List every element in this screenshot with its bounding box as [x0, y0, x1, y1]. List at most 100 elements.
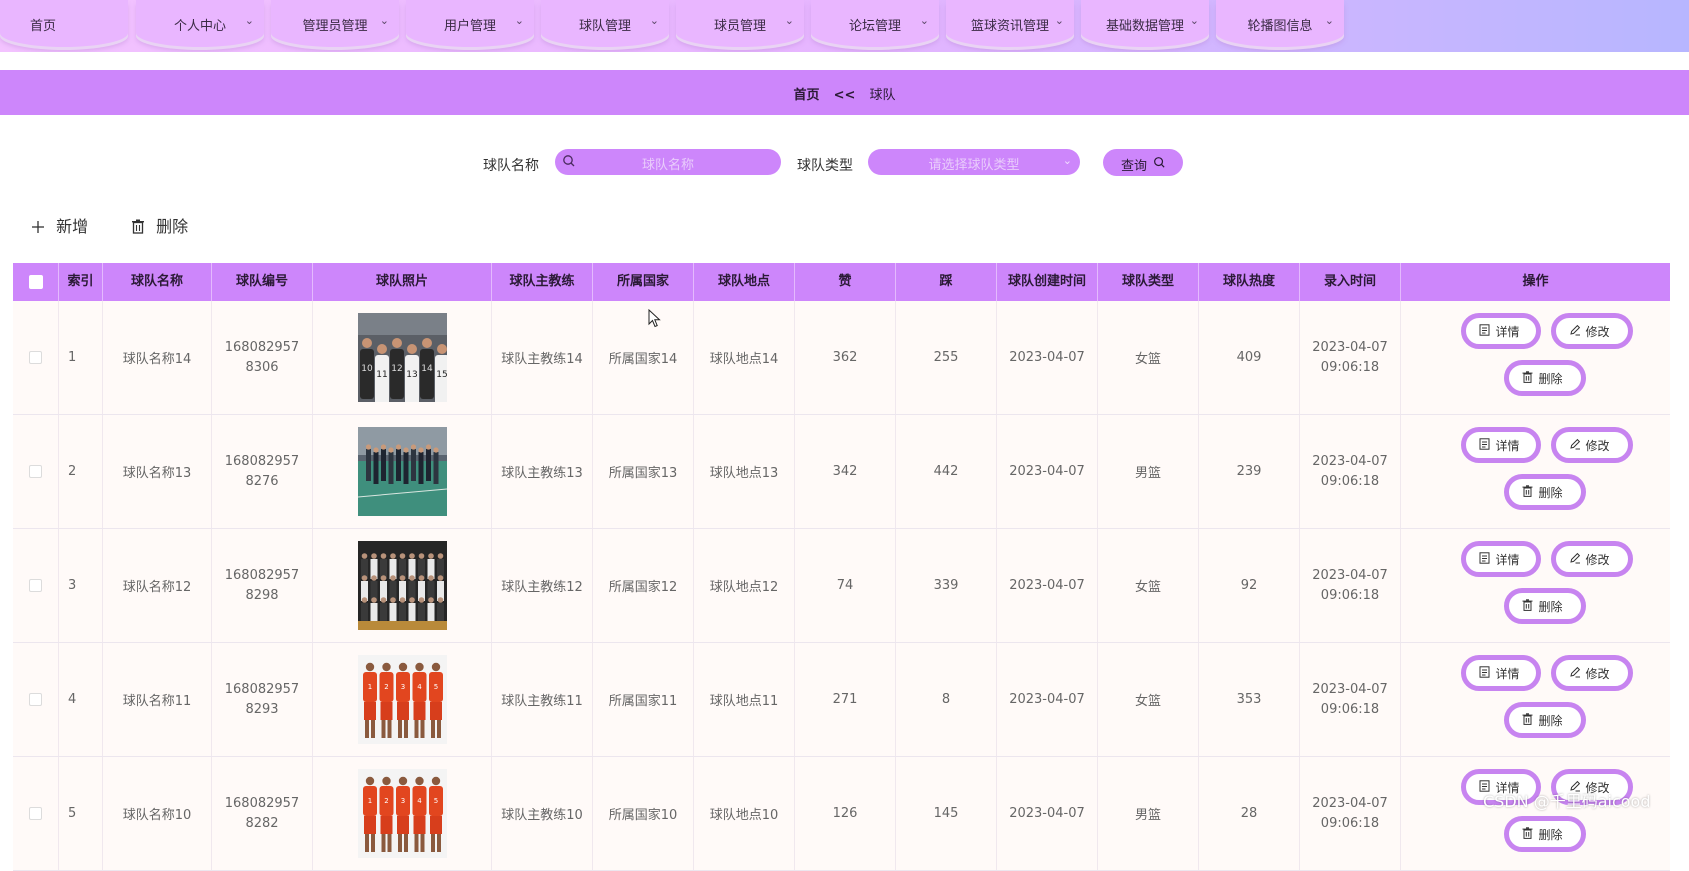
cell-text: 球队地点14 [709, 352, 779, 367]
chevron-down-icon: ⌄ [379, 14, 389, 27]
edit-button-label: 修改 [1585, 439, 1610, 453]
column-header: 球队热度 [1199, 263, 1300, 301]
cell-text: 球队主教练13 [501, 466, 583, 481]
cell-actions: 详情 修改删除 [1401, 529, 1670, 642]
delete-button[interactable]: 删除 [1503, 360, 1586, 396]
row-checkbox[interactable] [29, 807, 42, 820]
cell-entry-time: 2023-04-07 09:06:18 [1300, 643, 1401, 756]
cell-code: 1680829578276 [212, 415, 313, 528]
delete-button[interactable]: 删除 [1503, 588, 1586, 624]
trash-icon [131, 219, 150, 238]
cell-index: 3 [59, 529, 103, 642]
cell-actions: 详情 修改 删除 [1401, 757, 1670, 870]
breadcrumb-home-link[interactable]: 首页 [793, 88, 819, 103]
add-button-label: 新增 [56, 217, 89, 236]
cell-text: 2023-04-07 [1009, 350, 1085, 365]
row-checkbox[interactable] [29, 351, 42, 364]
detail-button[interactable]: 详情 [1460, 655, 1541, 691]
cell-text: 所属国家10 [608, 808, 678, 823]
team-photo[interactable]: 101112131415 [357, 313, 447, 402]
nav-item-carousel-info[interactable]: 轮播图信息 ⌄ [1216, 0, 1344, 47]
delete-button-label: 删除 [1538, 600, 1563, 614]
cell-heat: 239 [1199, 415, 1300, 528]
cell-select [13, 529, 59, 642]
cell-photo: 1 2 3 4 5 [313, 643, 492, 756]
cell-entry-time: 2023-04-07 09:06:18 [1300, 757, 1401, 870]
table-row: 2 球队名称13 1680829578276 球队主教练13 所属国家13 球队地点13 3… [13, 415, 1670, 529]
table-header: 索引 球队名称 球队编号 球队照片 球队主教练 所属国家 球队地点 赞 踩 球队… [13, 263, 1670, 301]
edit-button[interactable]: 修改 [1550, 541, 1633, 577]
table-row: 5 球队名称10 1680829578282 1 2 3 4 5 球队主教练10 所属国家10 球队… [13, 757, 1670, 871]
detail-button[interactable]: 详情 [1460, 427, 1541, 463]
delete-button[interactable]: 删除 [1503, 816, 1586, 852]
team-type-select[interactable]: 请选择球队类型 ⌄ [868, 149, 1080, 175]
cell-text: 球队名称14 [122, 352, 192, 367]
edit-button[interactable]: 修改 [1550, 655, 1633, 691]
nav-item-home[interactable]: 首页 [0, 0, 128, 47]
edit-button[interactable]: 修改 [1550, 427, 1633, 463]
nav-item-label: 首页 [30, 19, 57, 34]
delete-button[interactable]: 删除 [1503, 474, 1586, 510]
cell-type: 男篮 [1098, 757, 1199, 870]
row-checkbox[interactable] [29, 693, 42, 706]
select-all-checkbox[interactable] [29, 275, 43, 289]
team-name-search-input[interactable]: 球队名称 [555, 149, 781, 175]
nav-item-player-management[interactable]: 球员管理 ⌄ [676, 0, 804, 47]
breadcrumb: 首页 << 球队 [0, 70, 1689, 115]
delete-button-label: 删除 [1538, 828, 1563, 842]
detail-button[interactable]: 详情 [1460, 313, 1541, 349]
trash-icon [1522, 599, 1533, 614]
chevron-down-icon: ⌄ [919, 14, 929, 27]
row-actions: 详情 修改删除 [1412, 301, 1660, 414]
cell-created: 2023-04-07 [997, 643, 1098, 756]
cell-text: 255 [933, 350, 959, 365]
cell-select [13, 301, 59, 414]
plus-icon [31, 219, 50, 238]
detail-button[interactable]: 详情 [1460, 541, 1541, 577]
cell-text: 353 [1236, 692, 1262, 707]
cell-name: 球队名称11 [103, 643, 212, 756]
team-photo[interactable]: 1 2 3 4 5 [357, 769, 447, 858]
cell-text: 2023-04-07 [1009, 692, 1085, 707]
add-button[interactable]: 新增 [31, 213, 88, 238]
nav-item-admin-management[interactable]: 管理员管理 ⌄ [271, 0, 399, 47]
query-button[interactable]: 查询 [1103, 149, 1183, 176]
column-header: 球队类型 [1098, 263, 1199, 301]
cell-text: 271 [832, 692, 858, 707]
cell-type: 男篮 [1098, 415, 1199, 528]
nav-item-team-management[interactable]: 球队管理 ⌄ [541, 0, 669, 47]
select-all-header [13, 263, 59, 301]
cell-text: 74 [836, 578, 854, 593]
cell-text: 所属国家12 [608, 580, 678, 595]
row-checkbox[interactable] [29, 465, 42, 478]
svg-text:14: 14 [421, 364, 433, 374]
edit-button[interactable]: 修改 [1550, 313, 1633, 349]
delete-button-label: 删除 [1538, 714, 1563, 728]
cell-likes: 342 [795, 415, 896, 528]
chevron-down-icon: ⌄ [244, 14, 254, 27]
cell-photo: 10 11 12 13 14 15 [313, 301, 492, 414]
chevron-down-icon: ⌄ [1054, 14, 1064, 27]
cell-index: 1 [59, 301, 103, 414]
batch-delete-button[interactable]: 删除 [131, 213, 188, 238]
nav-item-news-management[interactable]: 篮球资讯管理 ⌄ [946, 0, 1074, 47]
nav-item-forum-management[interactable]: 论坛管理 ⌄ [811, 0, 939, 47]
delete-button[interactable]: 删除 [1503, 702, 1586, 738]
team-photo[interactable]: 1 2 3 4 5 [357, 655, 447, 744]
nav-item-user-management[interactable]: 用户管理 ⌄ [406, 0, 534, 47]
cell-location: 球队地点12 [694, 529, 795, 642]
cell-heat: 409 [1199, 301, 1300, 414]
nav-item-base-data-management[interactable]: 基础数据管理 ⌄ [1081, 0, 1209, 47]
cell-text: 2023-04-07 09:06:18 [1312, 339, 1388, 375]
svg-text:3: 3 [400, 683, 404, 691]
cell-dislikes: 442 [896, 415, 997, 528]
team-photo[interactable] [357, 541, 447, 630]
cell-text: 339 [933, 578, 959, 593]
cell-type: 女篮 [1098, 301, 1199, 414]
document-icon [1479, 438, 1490, 453]
column-header: 球队照片 [313, 263, 492, 301]
nav-item-personal-center[interactable]: 个人中心 ⌄ [136, 0, 264, 47]
svg-text:4: 4 [417, 797, 422, 805]
team-photo[interactable] [357, 427, 447, 516]
row-checkbox[interactable] [29, 579, 42, 592]
